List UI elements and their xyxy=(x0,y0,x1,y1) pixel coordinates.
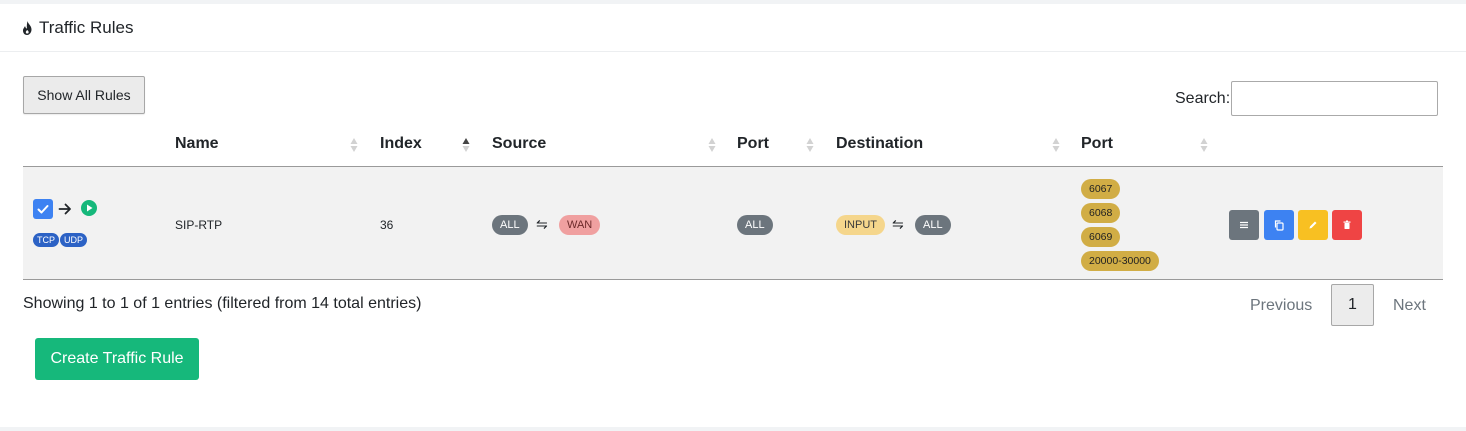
pagination-previous[interactable]: Previous xyxy=(1250,297,1312,315)
arrow-right-icon xyxy=(58,203,71,215)
card-header: Traffic Rules xyxy=(0,4,1466,52)
duplicate-button[interactable] xyxy=(1264,210,1294,240)
pagination-next[interactable]: Next xyxy=(1393,297,1426,315)
column-header-destination[interactable]: Destination xyxy=(836,135,923,153)
list-icon xyxy=(1240,221,1248,229)
fire-icon xyxy=(23,21,32,35)
delete-button[interactable] xyxy=(1332,210,1362,240)
check-icon xyxy=(37,205,49,214)
destination-port-badge: 6069 xyxy=(1081,227,1121,247)
protocol-badge-udp: UDP xyxy=(60,233,88,247)
table-info: Showing 1 to 1 of 1 entries (filtered fr… xyxy=(23,295,422,312)
swap-arrows-icon: ⇋ xyxy=(892,216,904,232)
search-input[interactable] xyxy=(1231,81,1438,116)
sort-icon[interactable] xyxy=(1200,137,1208,153)
show-all-rules-button[interactable]: Show All Rules xyxy=(23,76,145,114)
source-network-badge: WAN xyxy=(559,215,601,235)
column-header-index[interactable]: Index xyxy=(380,135,422,153)
pagination-page-1[interactable]: 1 xyxy=(1331,284,1374,326)
source-zone-badge: ALL xyxy=(492,215,528,235)
column-header-name[interactable]: Name xyxy=(175,135,219,153)
protocol-badge-tcp: TCP xyxy=(33,233,59,247)
delete-icon xyxy=(1343,220,1351,229)
sort-icon[interactable] xyxy=(1052,137,1060,153)
source-port-badge: ALL xyxy=(737,215,773,235)
create-traffic-rule-button[interactable]: Create Traffic Rule xyxy=(35,338,199,380)
table-footer-divider xyxy=(23,279,1443,280)
bottom-divider xyxy=(0,427,1466,431)
edit-icon xyxy=(1309,221,1317,229)
rule-name: SIP-RTP xyxy=(175,218,223,232)
column-header-source-port[interactable]: Port xyxy=(737,135,769,153)
sort-icon[interactable] xyxy=(806,137,814,153)
destination-port-badge: 6068 xyxy=(1081,203,1121,223)
destination-zone-badge: INPUT xyxy=(836,215,885,235)
destination-network-badge: ALL xyxy=(915,215,951,235)
details-button[interactable] xyxy=(1229,210,1259,240)
edit-button[interactable] xyxy=(1298,210,1328,240)
column-header-source[interactable]: Source xyxy=(492,135,546,153)
search-label: Search: xyxy=(1175,90,1231,107)
destination-port-badge: 6067 xyxy=(1081,179,1121,199)
rule-index: 36 xyxy=(380,218,394,232)
sort-icon[interactable] xyxy=(350,137,358,153)
enabled-checkbox[interactable] xyxy=(33,199,53,219)
sort-ascending-icon[interactable] xyxy=(462,137,470,153)
column-header-destination-port[interactable]: Port xyxy=(1081,135,1113,153)
sort-icon[interactable] xyxy=(708,137,716,153)
destination-port-badge: 20000-30000 xyxy=(1081,251,1159,271)
copy-icon xyxy=(1274,220,1284,231)
swap-arrows-icon: ⇋ xyxy=(536,216,548,232)
play-icon[interactable] xyxy=(81,200,97,216)
page-title: Traffic Rules xyxy=(39,18,134,37)
